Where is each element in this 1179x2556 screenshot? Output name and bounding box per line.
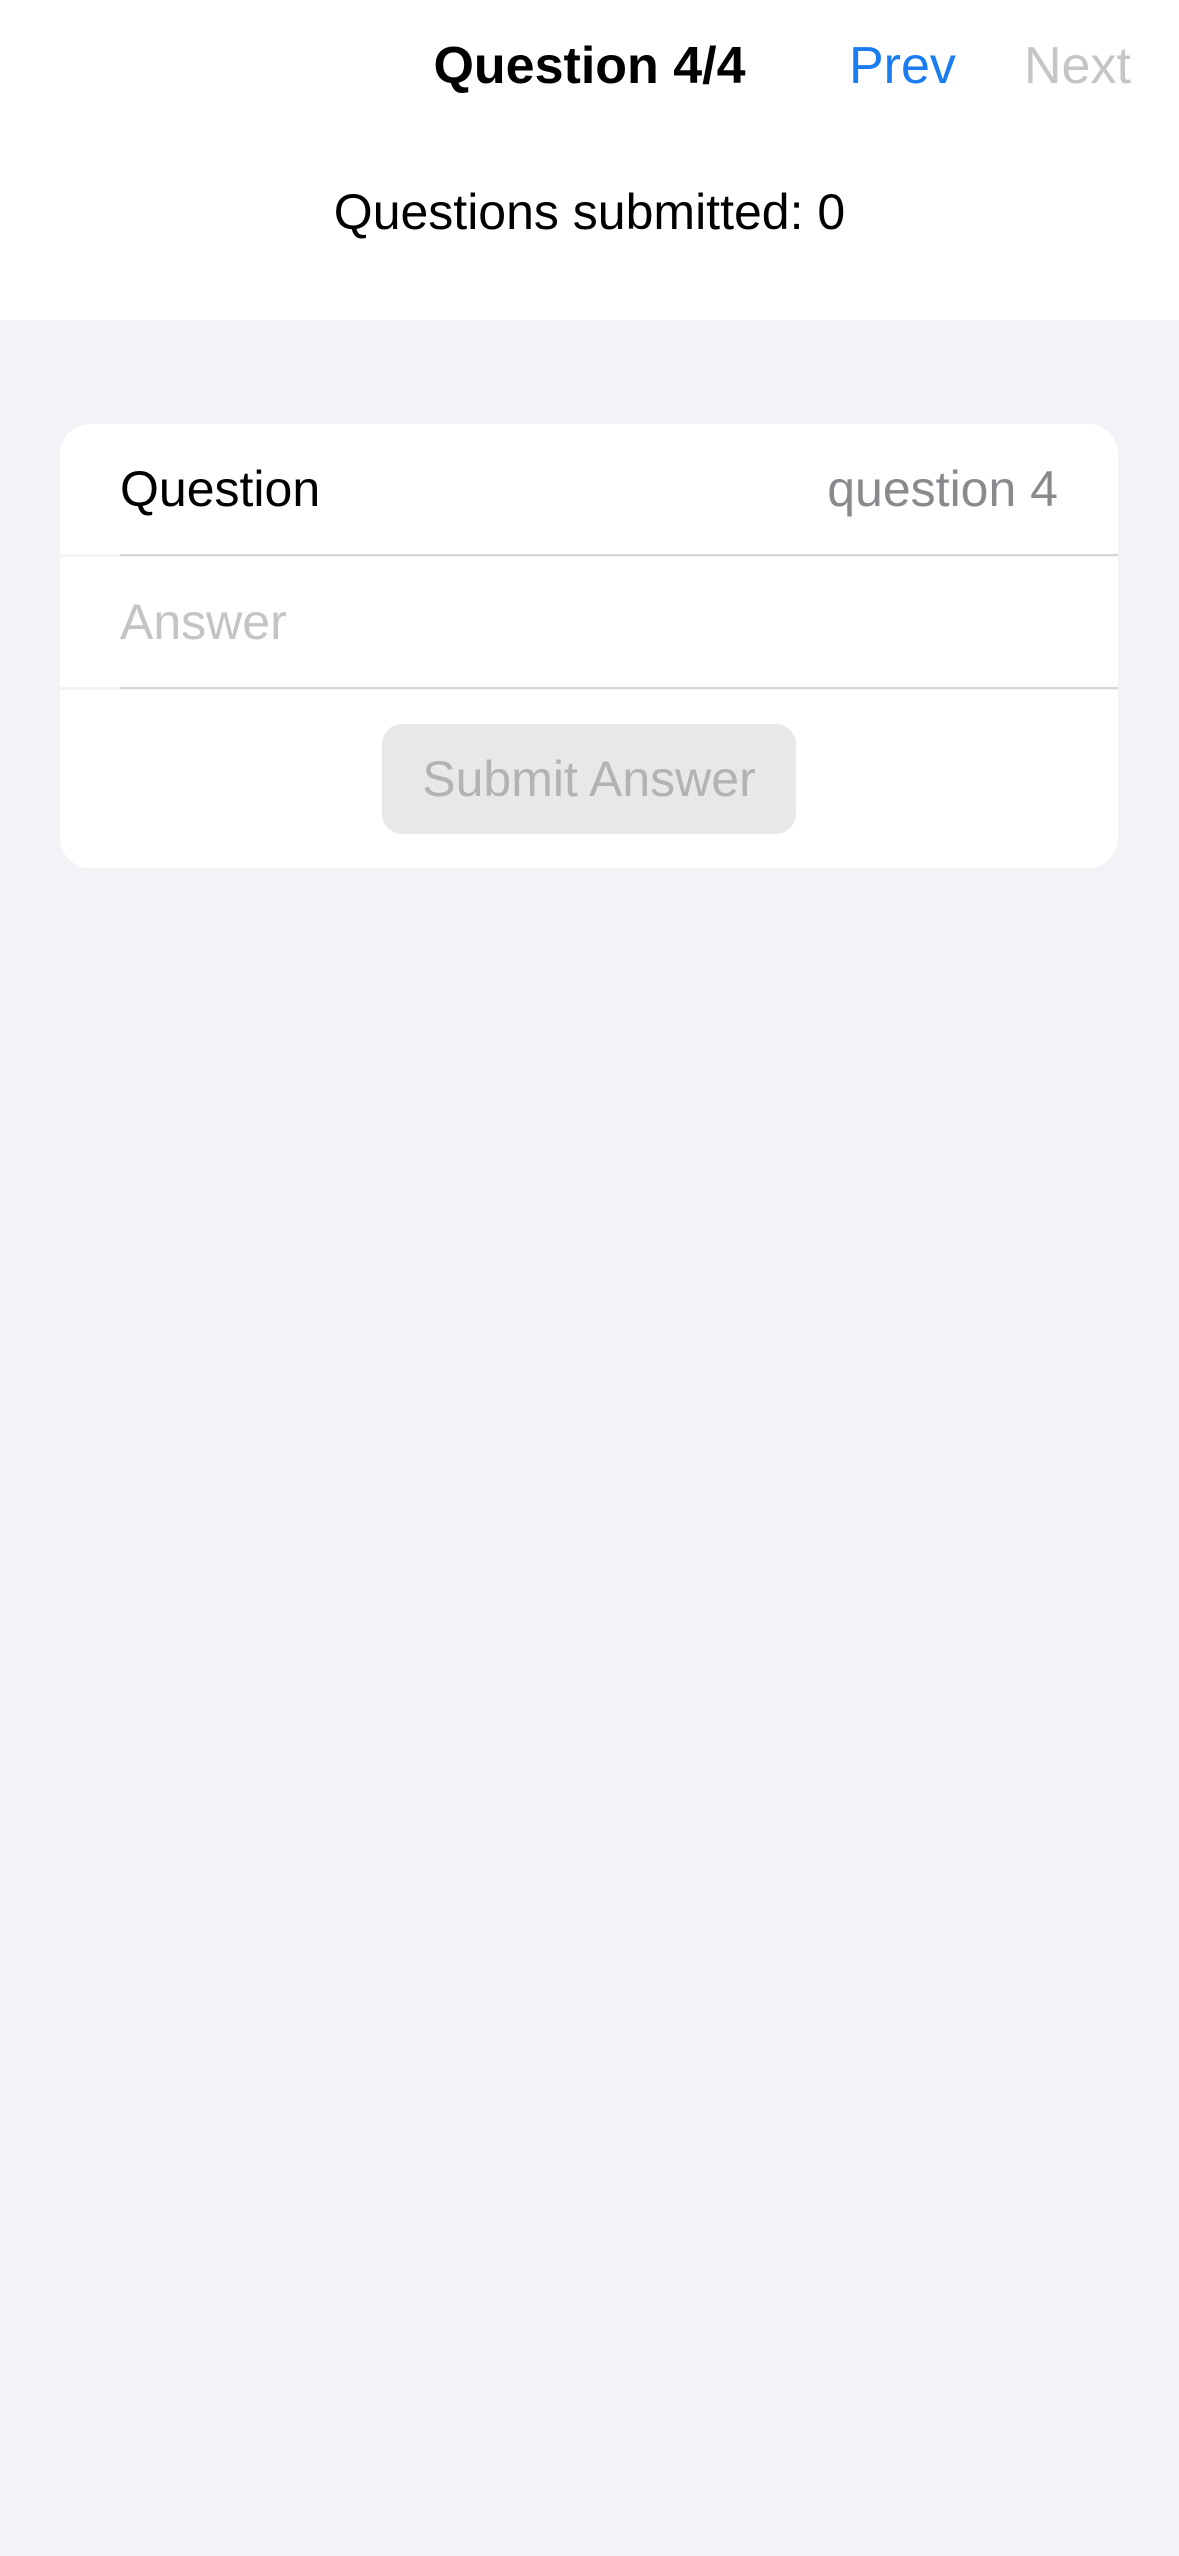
submit-row: Submit Answer [60, 690, 1118, 868]
next-button[interactable]: Next [1024, 34, 1131, 98]
answer-input[interactable] [120, 585, 1058, 659]
question-value: question 4 [827, 461, 1058, 517]
divider [120, 554, 1118, 556]
question-row: Question question 4 [60, 424, 1118, 554]
prev-button[interactable]: Prev [849, 34, 956, 98]
divider [120, 687, 1118, 689]
page-title: Question 4/4 [433, 37, 746, 95]
submit-answer-button[interactable]: Submit Answer [382, 724, 796, 834]
header: Question 4/4 Prev Next Questions submitt… [0, 0, 1179, 320]
answer-row[interactable] [60, 557, 1118, 687]
submitted-count: Questions submitted: 0 [333, 184, 846, 240]
question-label: Question [120, 461, 321, 517]
